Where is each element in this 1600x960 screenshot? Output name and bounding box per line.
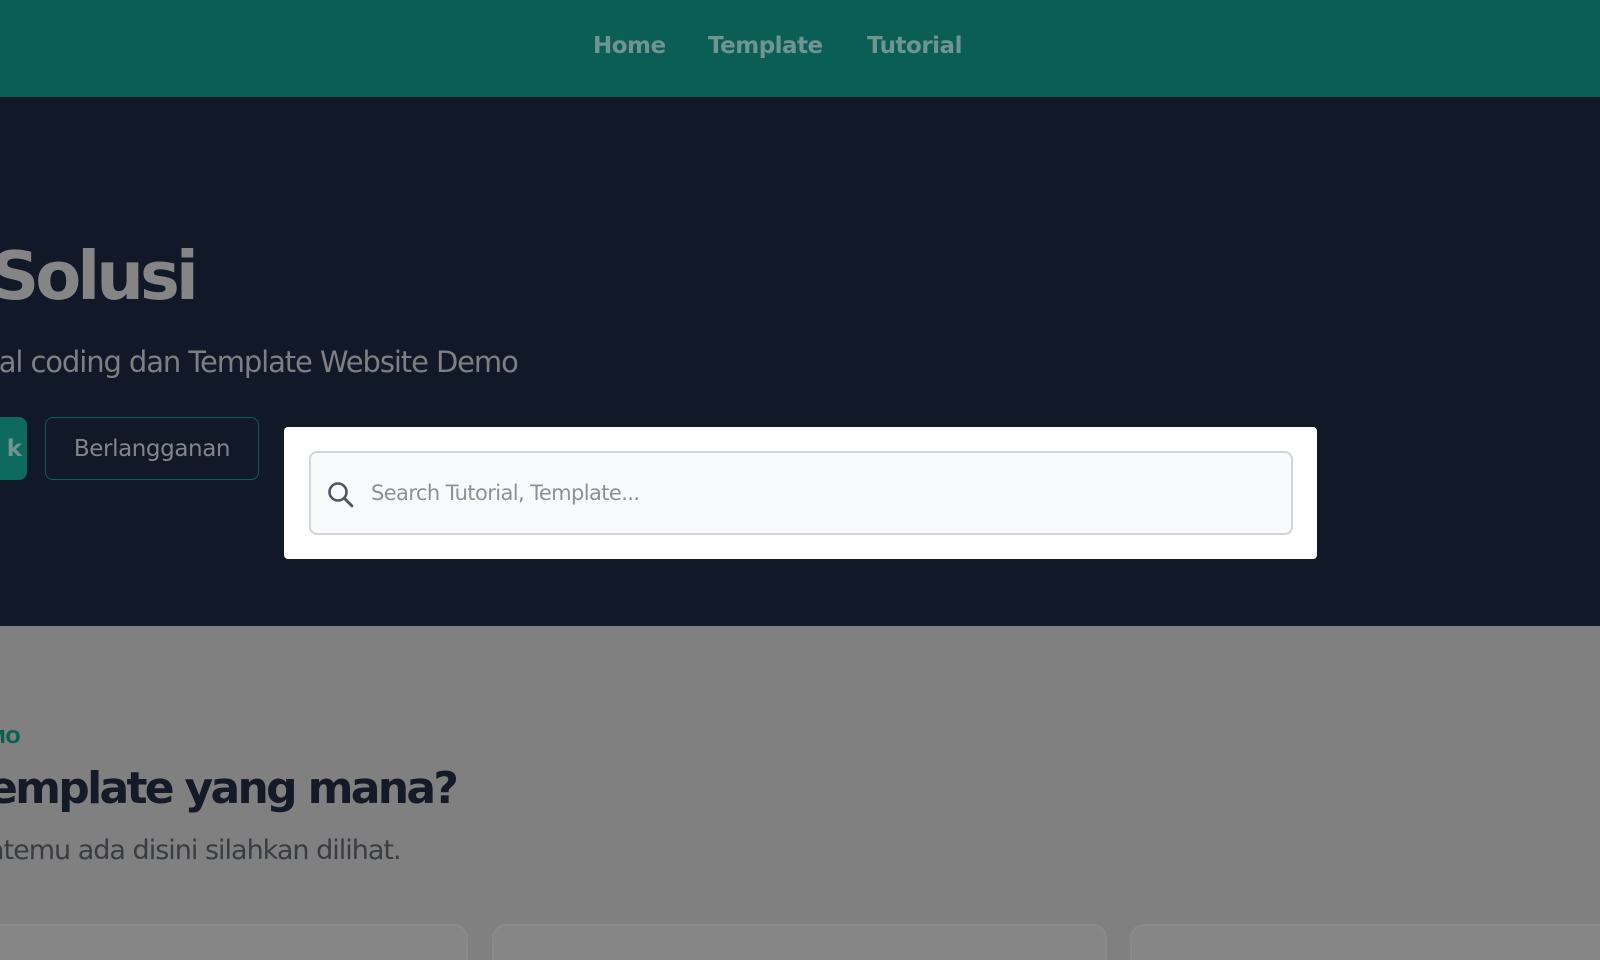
nav-link-tutorial[interactable]: Tutorial: [867, 33, 962, 59]
search-modal: [284, 427, 1317, 559]
hero-primary-button[interactable]: k: [0, 417, 27, 480]
template-section: MO emplate yang mana? atemu ada disini s…: [0, 626, 1600, 960]
template-card[interactable]: [492, 924, 1107, 960]
search-icon: [328, 482, 354, 508]
search-input[interactable]: [371, 453, 1281, 533]
hero-title: u Solusi: [0, 237, 199, 315]
top-navbar: Home Template Tutorial: [0, 0, 1600, 97]
nav-link-home[interactable]: Home: [593, 33, 666, 59]
template-card[interactable]: [1130, 924, 1600, 960]
nav-link-template[interactable]: Template: [708, 33, 823, 59]
section-description: atemu ada disini silahkan dilihat.: [0, 835, 402, 866]
section-title: emplate yang mana?: [0, 763, 459, 814]
template-card[interactable]: [0, 924, 468, 960]
page: Home Template Tutorial u Solusi torial c…: [0, 0, 1600, 960]
subscribe-button[interactable]: Berlangganan: [45, 417, 259, 480]
search-box[interactable]: [309, 451, 1293, 535]
hero-subtitle: torial coding dan Template Website Demo: [0, 345, 519, 379]
section-tag: MO: [0, 727, 21, 748]
